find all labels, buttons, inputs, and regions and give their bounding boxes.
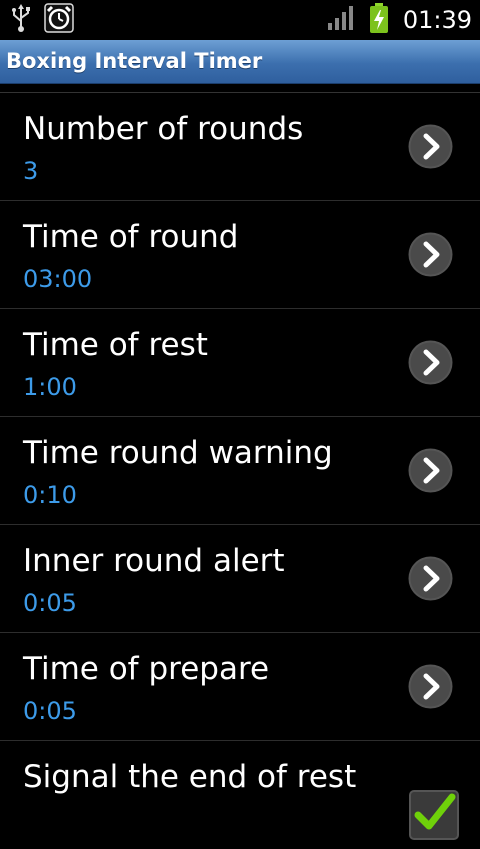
status-clock: 01:39 xyxy=(402,6,472,34)
pref-title: Number of rounds xyxy=(23,111,304,147)
pref-signal-end-of-rest[interactable]: Signal the end of rest xyxy=(0,741,480,849)
pref-time-of-rest[interactable]: Time of rest 1:00 xyxy=(0,309,480,417)
pref-time-of-prepare[interactable]: Time of prepare 0:05 xyxy=(0,633,480,741)
title-bar: Boxing Interval Timer xyxy=(0,40,480,84)
pref-time-of-round[interactable]: Time of round 03:00 xyxy=(0,201,480,309)
pref-summary: 0:10 xyxy=(23,481,77,509)
chevron-right-icon xyxy=(408,124,453,169)
chevron-right-icon xyxy=(408,340,453,385)
pref-summary: 3 xyxy=(23,157,39,185)
app-title: Boxing Interval Timer xyxy=(6,49,263,73)
pref-title: Time of prepare xyxy=(23,651,270,687)
signal-icon xyxy=(327,5,355,35)
pref-title: Time round warning xyxy=(23,435,333,471)
pref-title: Signal the end of rest xyxy=(23,759,357,795)
pref-inner-round-alert[interactable]: Inner round alert 0:05 xyxy=(0,525,480,633)
pref-number-of-rounds[interactable]: Number of rounds 3 xyxy=(0,93,480,201)
checkbox-checked[interactable] xyxy=(408,789,460,841)
pref-time-round-warning[interactable]: Time round warning 0:10 xyxy=(0,417,480,525)
pref-summary: 03:00 xyxy=(23,265,93,293)
status-notifications xyxy=(10,3,74,37)
pref-title: Time of round xyxy=(23,219,239,255)
chevron-right-icon xyxy=(408,664,453,709)
usb-icon xyxy=(10,3,32,37)
alarm-clock-icon xyxy=(44,3,74,37)
pref-summary: 1:00 xyxy=(23,373,77,401)
battery-charging-icon xyxy=(369,2,389,38)
chevron-right-icon xyxy=(408,556,453,601)
chevron-right-icon xyxy=(408,232,453,277)
pref-title: Inner round alert xyxy=(23,543,285,579)
chevron-right-icon xyxy=(408,448,453,493)
status-system: 01:39 xyxy=(327,2,472,38)
status-bar: 01:39 xyxy=(0,0,480,40)
pref-summary: 0:05 xyxy=(23,589,77,617)
pref-summary: 0:05 xyxy=(23,697,77,725)
pref-title: Time of rest xyxy=(23,327,208,363)
